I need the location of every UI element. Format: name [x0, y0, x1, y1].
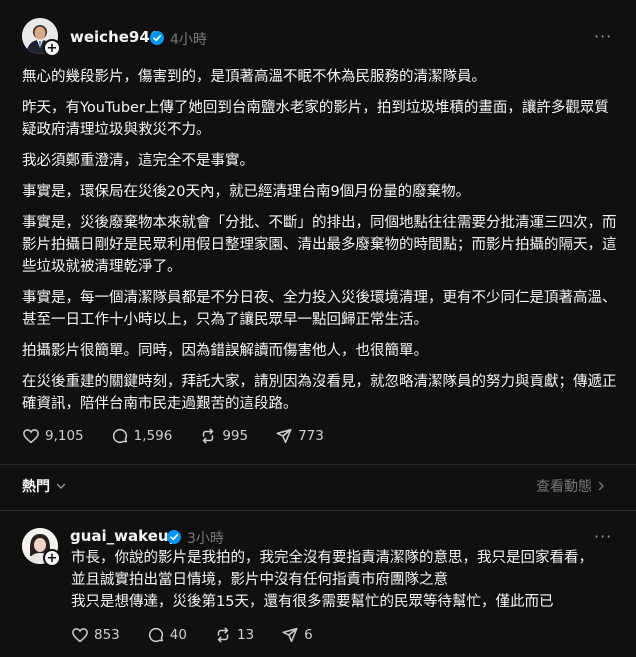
comment-count: 40 — [169, 627, 187, 643]
share-count: 773 — [298, 428, 324, 444]
post-paragraph: 無心的幾段影片，傷害到的，是頂著高溫不眠不休為民服務的清潔隊員。 — [22, 69, 486, 85]
repost-icon — [217, 627, 229, 643]
post-paragraph: 事實是，災後廢棄物本來就會「分批、不斷」的排出，同個地點往往需要分批清運三四次，… — [22, 215, 617, 275]
heart-icon — [72, 628, 88, 643]
reply-actions: 853 40 13 6 — [71, 626, 340, 644]
chevron-right-icon — [598, 481, 604, 491]
divider — [0, 510, 636, 511]
author-username[interactable]: weiche946 — [70, 28, 160, 46]
repost-button[interactable]: 13 — [214, 626, 254, 644]
chevron-down-icon — [56, 483, 66, 489]
repost-button[interactable]: 995 — [199, 427, 248, 445]
post-timestamp: 4小時 — [170, 32, 207, 48]
like-button[interactable]: 9,105 — [22, 427, 84, 445]
post-paragraph: 在災後重建的關鍵時刻，拜託大家，請別因為沒看見，就忽略清潔隊員的努力與貢獻；傳遞… — [22, 374, 617, 412]
more-horizontal-icon[interactable]: ··· — [594, 27, 612, 46]
send-icon — [282, 627, 298, 643]
view-activity-label: 查看動態 — [536, 479, 592, 495]
verified-badge-icon — [150, 31, 164, 45]
reply-timestamp: 3小時 — [187, 531, 224, 547]
comment-bubble-icon — [148, 627, 163, 643]
post-paragraph: 拍攝影片很簡單。同時，因為錯誤解讀而傷害他人，也很簡單。 — [22, 343, 428, 359]
repost-icon — [203, 428, 214, 444]
reply-username[interactable]: guai_wakeup — [70, 527, 179, 545]
follow-plus-icon[interactable]: + — [43, 39, 61, 57]
post-paragraph: 事實是，每一個清潔隊員都是不分日夜、全力投入災後環境清理，更有不少同仁是頂著高溫… — [22, 290, 617, 328]
sort-dropdown[interactable]: 熱門 — [22, 476, 66, 496]
comment-button[interactable]: 40 — [147, 626, 187, 644]
post-actions: 9,105 1,596 995 773 — [22, 427, 351, 445]
post-body: 無心的幾段影片，傷害到的，是頂著高溫不眠不休為民服務的清潔隊員。 昨天，有You… — [22, 66, 622, 424]
repost-count: 13 — [236, 627, 255, 643]
sort-label: 熱門 — [22, 479, 50, 495]
like-count: 9,105 — [45, 428, 84, 444]
post-paragraph: 事實是，環保局在災後20天內，就已經清理台南9個月份量的廢棄物。 — [22, 184, 471, 200]
follow-plus-icon[interactable]: + — [43, 549, 61, 567]
send-icon — [276, 428, 292, 444]
comment-bubble-icon — [112, 428, 127, 444]
post-paragraph: 我必須鄭重澄清，這完全不是事實。 — [22, 153, 254, 169]
divider — [0, 464, 636, 465]
reply-body: 市長，你說的影片是我拍的，我完全沒有要指責清潔隊的意思，我只是回家看看， 並且誠… — [71, 547, 616, 613]
post-paragraph: 昨天，有YouTuber上傳了她回到台南鹽水老家的影片，拍到垃圾堆積的畫面，讓許… — [22, 100, 609, 138]
verified-badge-icon — [167, 530, 181, 544]
heart-icon — [23, 429, 39, 444]
like-button[interactable]: 853 — [71, 626, 120, 644]
comment-button[interactable]: 1,596 — [111, 427, 173, 445]
more-horizontal-icon[interactable]: ··· — [594, 527, 612, 546]
comment-count: 1,596 — [133, 428, 173, 444]
share-button[interactable]: 6 — [281, 626, 313, 644]
like-count: 853 — [94, 627, 120, 643]
reply-line: 我只是想傳達，災後第15天，還有很多需要幫忙的民眾等待幫忙，僅此而已 — [71, 594, 554, 610]
share-count: 6 — [304, 627, 313, 643]
reply-line: 市長，你說的影片是我拍的，我完全沒有要指責清潔隊的意思，我只是回家看看， — [71, 550, 593, 566]
view-activity-link[interactable]: 查看動態 — [536, 476, 606, 496]
reply-line: 並且誠實拍出當日情境，影片中沒有任何指責市府團隊之意 — [71, 572, 448, 588]
share-button[interactable]: 773 — [275, 427, 324, 445]
repost-count: 995 — [222, 428, 249, 444]
